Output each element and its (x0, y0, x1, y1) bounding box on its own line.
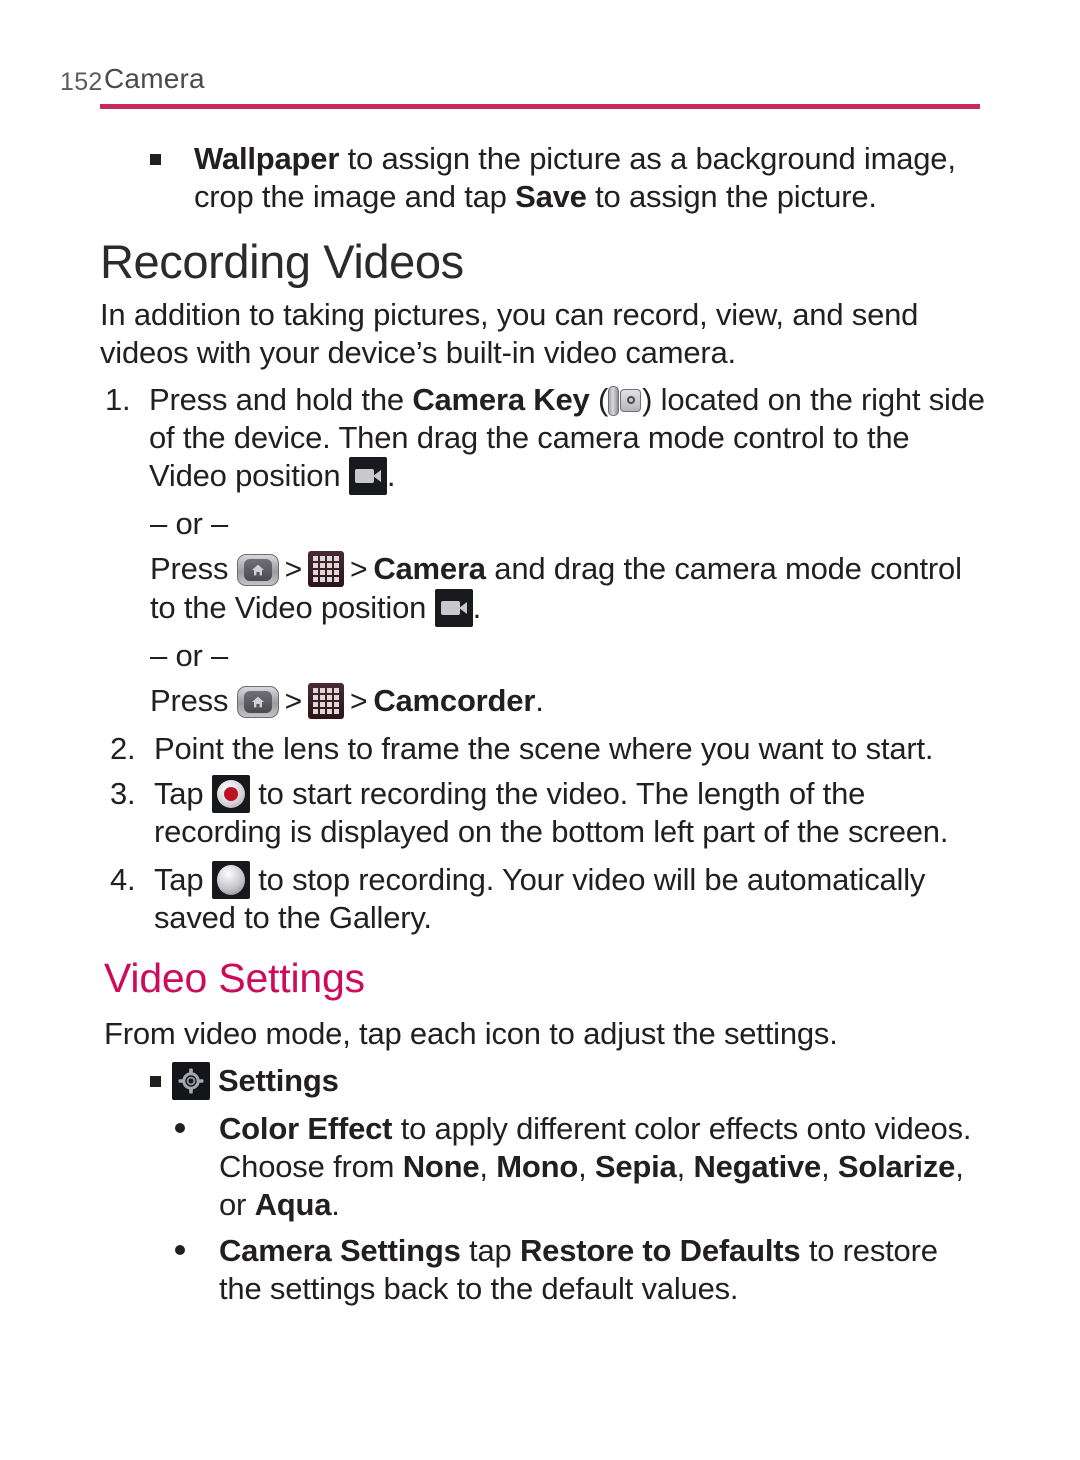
step-4-marker: 4. (110, 862, 136, 897)
option-mono: Mono (496, 1149, 579, 1184)
step-4-pre: Tap (154, 862, 212, 897)
breadcrumb-arrow-2: > (349, 553, 368, 586)
camera-settings-mid: tap (460, 1233, 520, 1268)
camera-bold: Camera (373, 551, 486, 586)
gear-glyph-icon (178, 1068, 204, 1094)
subsection-heading-video-settings: Video Settings (104, 955, 365, 1001)
apps-grid-icon (307, 551, 344, 587)
camera-key-bold: Camera Key (412, 382, 590, 417)
header-divider (100, 104, 980, 109)
breadcrumb-arrow-1: > (284, 553, 303, 586)
alt-1-pre: Press (150, 551, 237, 586)
section-intro-text: In addition to taking pictures, you can … (100, 297, 919, 370)
camcorder-bold: Camcorder (373, 683, 536, 718)
home-key-icon (236, 554, 279, 586)
stop-button-icon (211, 861, 250, 899)
step-1-pre: Press and hold the (149, 382, 413, 417)
alt-2-pre: Press (150, 683, 237, 718)
step-4-post: to stop recording. Your video will be au… (154, 862, 926, 935)
wallpaper-bullet-text: Wallpaper to assign the picture as a bac… (194, 140, 980, 216)
step-3-post: to start recording the video. The length… (154, 776, 949, 849)
camera-settings-text: Camera Settings tap Restore to Defaults … (219, 1232, 985, 1308)
step-3-marker: 3. (110, 776, 136, 811)
page-header: 152 Camera (0, 62, 1080, 112)
video-position-icon (348, 457, 387, 495)
step-3-text: Tap to start recording the video. The le… (154, 775, 995, 851)
or-separator-2: – or – (150, 638, 229, 673)
apps-grid-icon (307, 683, 344, 719)
option-solarize: Solarize (837, 1149, 956, 1184)
step-1: 1. Press and hold the Camera Key () loca… (105, 381, 985, 495)
alt-path-2: Press > > Camcorder. (150, 682, 985, 721)
settings-label: Settings (218, 1063, 339, 1098)
camera-key-icon (608, 385, 642, 417)
settings-gear-icon (172, 1062, 210, 1100)
record-button-icon (211, 775, 250, 813)
option-none: None (402, 1149, 480, 1184)
page-title: Camera (104, 63, 205, 94)
step-3: 3. Tap to start recording the video. The… (110, 775, 995, 851)
step-3-pre: Tap (154, 776, 212, 811)
alt-2-post: . (535, 683, 544, 718)
dot-bullet-icon (175, 1232, 219, 1270)
alt-1-post: . (472, 590, 482, 625)
camera-settings-bold: Camera Settings (219, 1233, 461, 1268)
camera-settings-bullet-item: Camera Settings tap Restore to Defaults … (175, 1232, 985, 1308)
breadcrumb-arrow-3: > (284, 685, 303, 718)
wallpaper-line2-rest: to assign the picture. (586, 179, 877, 214)
settings-bullet-item: Settings (150, 1062, 980, 1100)
paren-open: ( (597, 382, 609, 417)
save-bold: Save (515, 179, 587, 214)
option-sepia: Sepia (594, 1149, 677, 1184)
color-effect-bullet-item: Color Effect to apply different color ef… (175, 1110, 985, 1224)
section-heading-recording-videos: Recording Videos (100, 235, 464, 288)
or-separator-1: – or – (150, 506, 229, 541)
wallpaper-line2-pre: crop the image and tap (194, 179, 516, 214)
wallpaper-bullet-item: Wallpaper to assign the picture as a bac… (150, 140, 980, 216)
step-1-marker: 1. (105, 382, 131, 417)
restore-defaults-bold: Restore to Defaults (519, 1233, 801, 1268)
video-position-icon (434, 589, 473, 627)
alt-path-1: Press > > Camera and drag the camera mode … (150, 550, 985, 627)
step-2-marker: 2. (110, 731, 136, 766)
dot-bullet-icon (175, 1110, 219, 1148)
house-glyph-icon (251, 696, 264, 708)
option-negative: Negative (693, 1149, 822, 1184)
wallpaper-line1: to assign the picture as a background im… (339, 141, 956, 176)
square-bullet-icon (150, 140, 194, 178)
step-1-post: . (386, 458, 396, 493)
step-1-text: Press and hold the Camera Key () located… (149, 381, 985, 495)
step-4: 4. Tap to stop recording. Your video wil… (110, 861, 995, 937)
wallpaper-bold: Wallpaper (194, 141, 340, 176)
step-4-text: Tap to stop recording. Your video will b… (154, 861, 995, 937)
home-key-icon (236, 686, 279, 718)
step-2: 2. Point the lens to frame the scene whe… (110, 730, 990, 768)
house-glyph-icon (251, 564, 264, 576)
video-settings-intro: From video mode, tap each icon to adjust… (104, 1016, 838, 1051)
color-effect-text: Color Effect to apply different color ef… (219, 1111, 972, 1222)
page-number: 152 (60, 68, 103, 96)
step-2-text: Point the lens to frame the scene where … (154, 731, 934, 766)
option-aqua: Aqua (254, 1187, 332, 1222)
color-effect-bold: Color Effect (219, 1111, 393, 1146)
breadcrumb-arrow-4: > (349, 685, 368, 718)
square-bullet-icon (150, 1076, 161, 1087)
paren-close: ) (642, 382, 653, 417)
color-effect-period: . (331, 1187, 340, 1222)
